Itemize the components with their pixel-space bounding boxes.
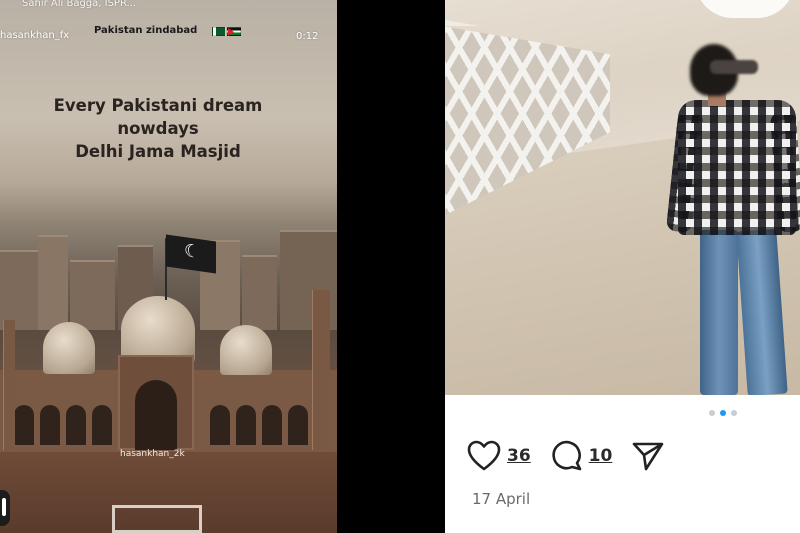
post-action-bar: 36 10 [467,436,684,476]
person-figure [665,42,800,395]
share-button[interactable] [632,441,664,471]
story-time: 0:12 [296,31,319,42]
headline-line: Every Pakistani dream [53,96,263,115]
story-side-button[interactable] [0,490,10,526]
flag-icons [212,27,241,36]
post-date: 17 April [472,490,531,508]
comment-icon[interactable] [551,440,583,472]
palestine-flag-icon [227,27,241,36]
post-image[interactable] [445,0,800,395]
story-caption: Pakistan zindabad [94,25,198,36]
story-headline: Every Pakistani dream nowdays Delhi Jama… [0,94,316,163]
like-button[interactable]: 36 [467,440,531,472]
carousel-dot[interactable] [719,410,726,416]
comment-count[interactable]: 10 [589,446,613,466]
story-username[interactable]: hasankhan_fx [0,30,69,41]
mosque-dome [43,322,95,374]
heart-icon[interactable] [467,440,501,472]
ceiling-light [695,0,795,18]
carousel-dot[interactable] [708,410,715,416]
mosque-dome [220,325,272,375]
carousel-dots [445,410,800,416]
story-watermark: hasankhan_2k [120,449,185,459]
headline-line: Delhi Jama Masjid [75,142,241,161]
carousel-dot[interactable] [730,410,737,416]
headline-line: nowdays [117,119,199,138]
send-icon[interactable] [632,441,664,471]
like-count[interactable]: 36 [507,446,531,466]
comment-button[interactable]: 10 [551,440,613,472]
story-panel: Sahir Ali Bagga, ISPR... hasankhan_fx Pa… [0,0,337,533]
post-panel: 36 10 17 April [445,0,800,533]
pakistan-flag-icon [166,234,216,274]
pakistan-flag-icon [212,27,226,36]
mosque-dome [121,296,195,364]
story-music-line[interactable]: Sahir Ali Bagga, ISPR... [22,0,136,9]
